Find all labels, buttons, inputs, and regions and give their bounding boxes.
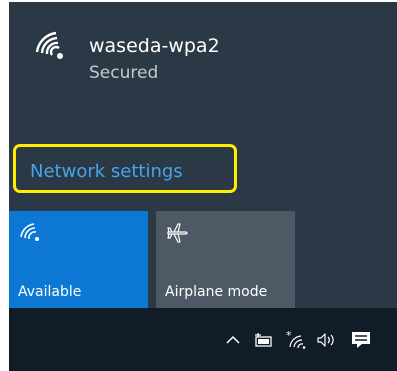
network-status: Secured [89,63,159,83]
battery-icon [255,332,272,347]
network-item[interactable]: waseda-wpa2 Secured [9,2,397,112]
action-center-icon [352,331,370,348]
show-hidden-icons-button[interactable] [226,308,240,371]
airplane-mode-quick-action[interactable]: Airplane mode [156,211,295,308]
network-name: waseda-wpa2 [89,35,220,57]
volume-icon [317,332,334,347]
chevron-up-icon [226,335,240,344]
wifi-tray-icon: * [286,331,306,349]
network-flyout: waseda-wpa2 Secured Network settings Ava… [9,2,397,308]
wifi-quick-action[interactable]: Available [9,211,148,308]
wifi-quick-action-label: Available [18,284,82,300]
network-tray-button[interactable]: * [286,308,306,371]
wifi-signal-icon [35,31,63,59]
airplane-mode-label: Airplane mode [165,284,268,300]
volume-button[interactable] [316,308,338,371]
wifi-icon [20,223,39,241]
taskbar: * [9,308,397,371]
airplane-icon [167,223,188,243]
action-center-button[interactable] [351,308,371,371]
battery-button[interactable] [253,308,273,371]
svg-text:*: * [286,331,292,342]
network-settings-link[interactable]: Network settings [30,161,183,182]
